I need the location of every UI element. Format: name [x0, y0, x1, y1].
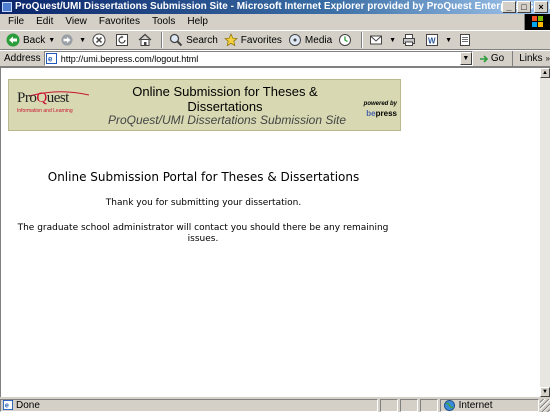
status-bar: e Done Internet: [0, 398, 550, 412]
internet-globe-icon: [443, 399, 455, 411]
bepress-be-letters: be: [366, 109, 376, 118]
links-toolbar[interactable]: Links»: [512, 51, 550, 66]
administrator-notice: The graduate school administrator will c…: [17, 223, 389, 244]
media-button[interactable]: Media: [285, 31, 335, 49]
proquest-logo[interactable]: ProQuest Information and Learning: [17, 90, 89, 122]
menu-bar: File Edit View Favorites Tools Help: [0, 14, 550, 30]
security-zone-pane[interactable]: Internet: [439, 398, 540, 412]
back-arrow-icon: [6, 33, 20, 47]
toolbar-separator: [161, 32, 164, 48]
minimize-button[interactable]: _: [502, 1, 516, 13]
close-button[interactable]: ×: [534, 1, 548, 13]
home-icon: [138, 33, 152, 46]
menu-edit[interactable]: Edit: [30, 14, 59, 30]
refresh-icon: [116, 34, 129, 46]
proquest-wordmark: ProQuest: [17, 90, 69, 106]
home-button[interactable]: [135, 31, 158, 49]
mail-icon: [370, 35, 383, 45]
history-button[interactable]: [335, 31, 358, 49]
go-button[interactable]: Go: [479, 53, 504, 64]
window-title: ProQuest/UMI Dissertations Submission Si…: [15, 1, 550, 12]
favorites-star-icon: [223, 33, 238, 47]
svg-text:W: W: [428, 37, 436, 46]
menu-favorites[interactable]: Favorites: [93, 14, 146, 30]
mail-button[interactable]: ▼: [366, 31, 399, 49]
banner-subtitle: ProQuest/UMI Dissertations Submission Si…: [107, 113, 347, 127]
back-button[interactable]: Back ▼: [3, 31, 58, 49]
proquest-q-letter: Q: [36, 90, 47, 106]
thank-you-message: Thank you for submitting your dissertati…: [105, 198, 302, 208]
status-pane-empty: [419, 398, 438, 412]
proquest-tagline: Information and Learning: [17, 108, 73, 114]
print-button[interactable]: [399, 31, 422, 49]
maximize-button[interactable]: □: [517, 1, 531, 13]
address-url: http://umi.bepress.com/logout.html: [60, 53, 199, 64]
edit-button[interactable]: W ▼: [422, 31, 455, 49]
address-label: Address: [4, 53, 41, 64]
media-icon: [288, 34, 301, 46]
resize-grip[interactable]: [540, 398, 550, 412]
page-favicon-icon: e: [45, 53, 57, 64]
ie-app-icon[interactable]: [2, 2, 12, 12]
chevron-right-icon[interactable]: »: [546, 54, 550, 63]
address-input[interactable]: e http://umi.bepress.com/logout.html ▼: [43, 51, 473, 66]
forward-button[interactable]: ▼: [58, 31, 89, 49]
page-done-icon: e: [3, 400, 13, 410]
forward-arrow-icon: [61, 34, 73, 46]
menu-help[interactable]: Help: [181, 14, 214, 30]
links-label: Links: [519, 53, 543, 64]
standard-toolbar: Back ▼ ▼ Search Favorites Media ▼ W ▼: [0, 30, 550, 50]
bepress-logo[interactable]: powered by bepress: [353, 101, 397, 119]
mail-dropdown-icon[interactable]: ▼: [389, 37, 396, 44]
search-label: Search: [186, 34, 218, 46]
forward-dropdown-icon[interactable]: ▼: [79, 37, 86, 44]
site-banner: ProQuest Information and Learning Online…: [8, 79, 401, 131]
menu-tools[interactable]: Tools: [146, 14, 181, 30]
scroll-down-icon[interactable]: ▼: [540, 387, 550, 397]
windows-logo-icon: [524, 14, 550, 30]
address-bar: Address e http://umi.bepress.com/logout.…: [0, 50, 550, 67]
powered-by-label: powered by: [363, 101, 397, 107]
address-dropdown-icon[interactable]: ▼: [459, 52, 472, 65]
stop-button[interactable]: [89, 31, 112, 49]
back-label: Back: [23, 34, 46, 46]
vertical-scrollbar[interactable]: ▲ ▼: [540, 67, 550, 397]
search-icon: [169, 33, 183, 47]
window-controls: _ □ ×: [502, 1, 548, 13]
scroll-up-icon[interactable]: ▲: [540, 68, 550, 78]
history-icon: [339, 34, 352, 46]
window-title-bar[interactable]: ProQuest/UMI Dissertations Submission Si…: [0, 0, 550, 14]
page-content: ProQuest Information and Learning Online…: [0, 67, 540, 397]
media-label: Media: [304, 34, 333, 46]
go-label: Go: [490, 53, 505, 64]
status-pane: e Done: [0, 398, 378, 412]
banner-title: Online Submission for Theses & Dissertat…: [132, 84, 318, 114]
menu-view[interactable]: View: [59, 14, 93, 30]
svg-text:e: e: [5, 401, 9, 410]
page-heading: Online Submission Portal for Theses & Di…: [47, 170, 360, 184]
stop-icon: [92, 33, 106, 47]
status-pane-empty: [379, 398, 398, 412]
favorites-label: Favorites: [240, 34, 282, 46]
status-text: Done: [16, 399, 40, 411]
zone-label: Internet: [458, 399, 493, 411]
go-arrow-icon: [479, 54, 488, 63]
discuss-button[interactable]: [455, 31, 478, 49]
printer-icon: [403, 34, 416, 46]
status-pane-empty: [399, 398, 418, 412]
search-button[interactable]: Search: [166, 31, 221, 49]
edit-dropdown-icon[interactable]: ▼: [445, 37, 452, 44]
svg-text:e: e: [48, 55, 53, 64]
bepress-wordmark: bepress: [366, 109, 397, 118]
word-edit-icon: W: [426, 34, 439, 46]
refresh-button[interactable]: [112, 31, 135, 49]
favorites-button[interactable]: Favorites: [221, 31, 285, 49]
back-dropdown-icon[interactable]: ▼: [48, 37, 55, 44]
discuss-icon: [460, 34, 471, 46]
toolbar-separator: [361, 32, 364, 48]
menu-file[interactable]: File: [2, 14, 30, 30]
